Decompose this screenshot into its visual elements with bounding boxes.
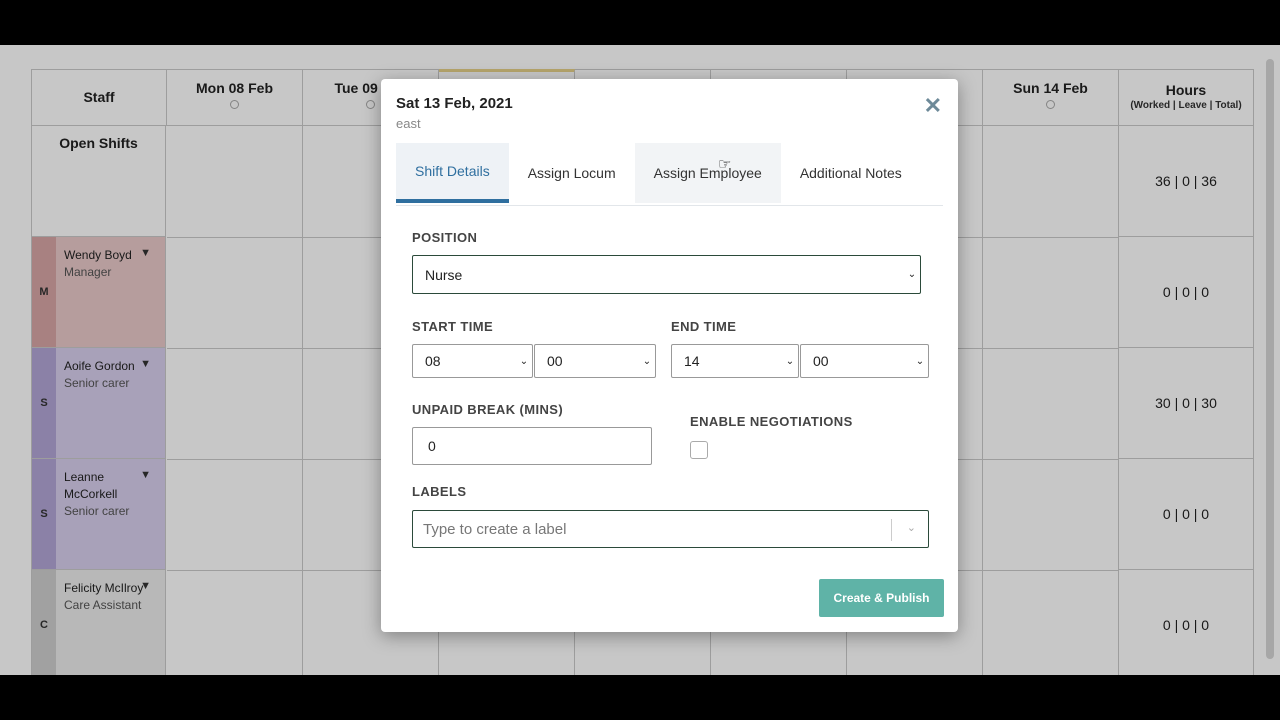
- position-select[interactable]: Nurse ⌄: [412, 255, 921, 294]
- tab-shift-details[interactable]: Shift Details: [396, 143, 509, 203]
- chevron-down-icon[interactable]: ⌄: [907, 521, 916, 534]
- start-time-label: START TIME: [412, 319, 494, 334]
- chevron-down-icon: ⌄: [785, 355, 795, 367]
- chevron-down-icon: ⌄: [907, 269, 917, 280]
- tab-label: Assign Employee: [653, 165, 762, 181]
- start-minute-value: 00: [547, 353, 563, 369]
- chevron-down-icon: ⌄: [519, 355, 529, 367]
- shift-modal: Sat 13 Feb, 2021 east ✕ Shift Details As…: [381, 79, 958, 632]
- tab-label: Shift Details: [415, 163, 490, 179]
- end-minute-select[interactable]: 00 ⌄: [800, 344, 929, 378]
- hand-cursor-icon: ☞: [718, 156, 732, 173]
- chevron-down-icon: ⌄: [642, 355, 652, 367]
- unpaid-break-value: 0: [428, 438, 436, 454]
- tab-label: Additional Notes: [799, 165, 902, 181]
- input-separator: [891, 519, 892, 541]
- chevron-down-icon: ⌄: [915, 355, 925, 367]
- modal-tabs: Shift Details Assign Locum Assign Employ…: [396, 143, 943, 206]
- modal-title: Sat 13 Feb, 2021: [396, 95, 513, 112]
- tab-assign-employee[interactable]: Assign Employee: [634, 143, 781, 203]
- create-publish-button[interactable]: Create & Publish: [819, 579, 944, 617]
- position-value: Nurse: [425, 266, 463, 283]
- negotiations-label: ENABLE NEGOTIATIONS: [690, 414, 853, 429]
- tab-label: Assign Locum: [527, 165, 616, 181]
- unpaid-break-input[interactable]: 0: [412, 427, 652, 465]
- labels-placeholder: Type to create a label: [423, 521, 567, 538]
- start-minute-select[interactable]: 00 ⌄: [534, 344, 656, 378]
- labels-label: LABELS: [412, 484, 467, 499]
- unpaid-break-label: UNPAID BREAK (MINS): [412, 402, 564, 417]
- close-icon[interactable]: ✕: [924, 93, 942, 119]
- modal-subtitle: east: [396, 116, 421, 131]
- tab-additional-notes[interactable]: Additional Notes: [781, 143, 921, 203]
- start-hour-select[interactable]: 08 ⌄: [412, 344, 533, 378]
- start-hour-value: 08: [425, 353, 441, 369]
- end-hour-select[interactable]: 14 ⌄: [671, 344, 799, 378]
- position-label: POSITION: [412, 230, 478, 245]
- labels-input[interactable]: Type to create a label ⌄: [412, 510, 929, 548]
- end-hour-value: 14: [684, 353, 700, 369]
- tab-assign-locum[interactable]: Assign Locum: [509, 143, 635, 203]
- negotiations-checkbox[interactable]: [690, 441, 708, 459]
- end-minute-value: 00: [813, 353, 829, 369]
- end-time-label: END TIME: [671, 319, 737, 334]
